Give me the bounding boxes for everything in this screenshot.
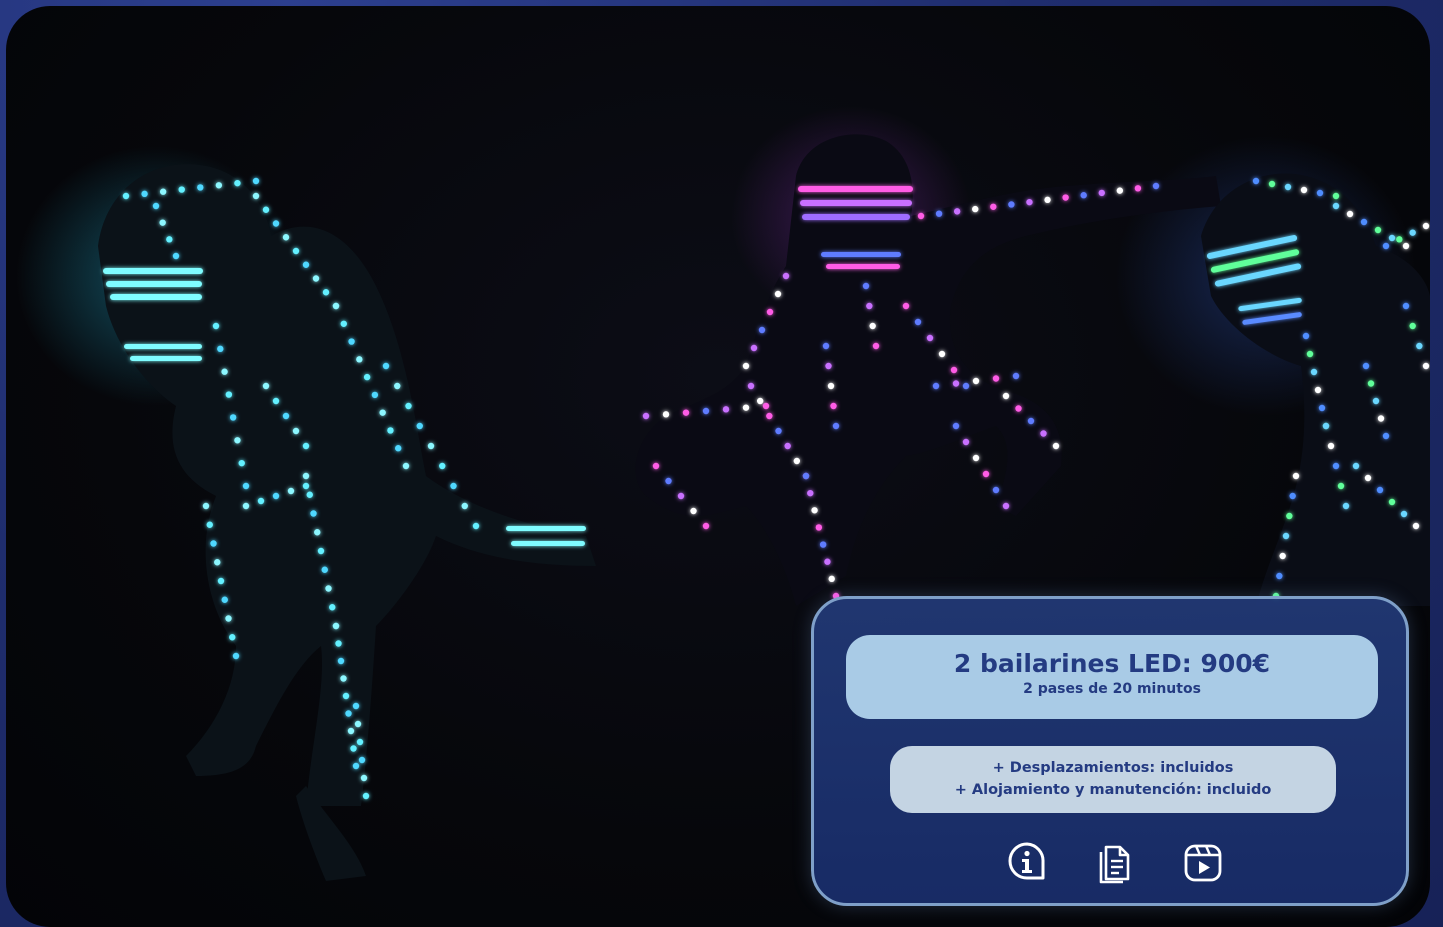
action-icons [814, 840, 1406, 888]
info-icon[interactable] [1005, 840, 1049, 884]
offer-card: 2 bailarines LED: 900€ 2 pases de 20 min… [811, 596, 1409, 906]
extra-accommodation: + Alojamiento y manutención: incluido [954, 782, 1272, 798]
hero-photo-led-dancers: 2 bailarines LED: 900€ 2 pases de 20 min… [6, 6, 1430, 927]
offer-title: 2 bailarines LED: 900€ [953, 649, 1271, 678]
video-icon[interactable] [1181, 840, 1225, 884]
extra-travel: + Desplazamientos: incluidos [992, 760, 1234, 776]
extras-box: + Desplazamientos: incluidos + Alojamien… [890, 746, 1336, 813]
dancer-left [98, 164, 596, 881]
price-box: 2 bailarines LED: 900€ 2 pases de 20 min… [846, 635, 1378, 719]
offer-subtitle: 2 pases de 20 minutos [1023, 681, 1201, 697]
document-icon[interactable] [1093, 840, 1137, 884]
